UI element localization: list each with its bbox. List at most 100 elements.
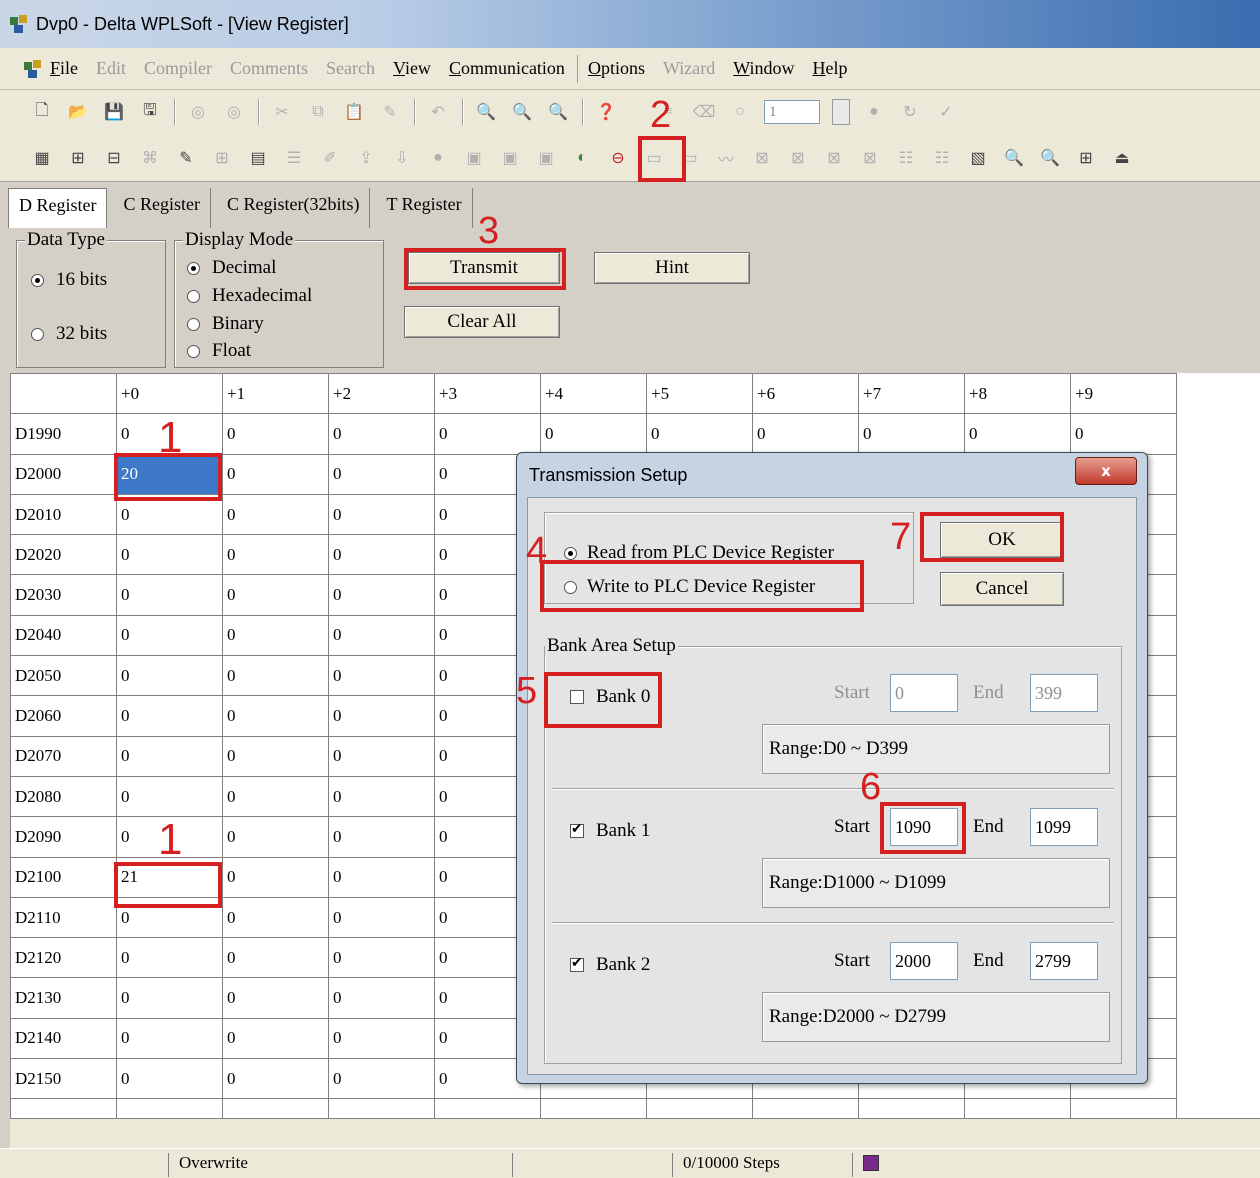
- register-cell[interactable]: 0: [328, 453, 435, 495]
- clear-all-button[interactable]: Clear All: [404, 306, 560, 338]
- cancel-button[interactable]: Cancel: [940, 572, 1064, 606]
- tab-c-register-32bits[interactable]: C Register(32bits): [217, 188, 371, 228]
- table-icon[interactable]: ⊞: [210, 146, 234, 170]
- magnifier-icon[interactable]: 🔍: [1002, 146, 1026, 170]
- register-cell[interactable]: 0: [964, 413, 1071, 455]
- force2-icon[interactable]: ⊠: [858, 146, 882, 170]
- device2-icon[interactable]: ▣: [498, 146, 522, 170]
- register-cell[interactable]: [1070, 1098, 1177, 1118]
- run-icon[interactable]: ●: [426, 146, 450, 170]
- reset-icon[interactable]: ⊠: [786, 146, 810, 170]
- register-cell[interactable]: [10, 1098, 117, 1118]
- register-cell[interactable]: 0: [540, 413, 647, 455]
- bank-2-checkbox[interactable]: Bank 2: [570, 954, 650, 976]
- horizontal-scrollbar[interactable]: [10, 1118, 1260, 1148]
- menu-wizard[interactable]: Wizard: [663, 58, 715, 79]
- register-cell[interactable]: [540, 1098, 647, 1118]
- register-cell[interactable]: [434, 1098, 541, 1118]
- menu-app-icon[interactable]: [22, 58, 44, 80]
- copy-icon[interactable]: ⧉: [306, 100, 330, 124]
- radio-16-bits[interactable]: 16 bits: [31, 269, 107, 291]
- refresh-icon[interactable]: ↻: [898, 100, 922, 124]
- register-cell[interactable]: [752, 1098, 859, 1118]
- align2-icon[interactable]: ☷: [930, 146, 954, 170]
- network-icon[interactable]: ⊞: [1074, 146, 1098, 170]
- register-cell[interactable]: 0: [116, 775, 223, 818]
- set-icon[interactable]: ⊠: [750, 146, 774, 170]
- bank-1-end-input[interactable]: 1099: [1030, 808, 1098, 846]
- register-cell[interactable]: 0: [116, 655, 223, 697]
- register-cell[interactable]: 0: [328, 1058, 435, 1100]
- register-cell[interactable]: 0: [328, 775, 435, 818]
- sfc-icon[interactable]: ⊟: [102, 146, 126, 170]
- align-icon[interactable]: ☷: [894, 146, 918, 170]
- register-cell[interactable]: [116, 1098, 223, 1118]
- register-cell[interactable]: [964, 1098, 1071, 1118]
- register-cell[interactable]: 0: [222, 896, 329, 939]
- disc-icon[interactable]: ◎: [186, 100, 210, 124]
- undo-icon[interactable]: ↶: [426, 100, 450, 124]
- cut-icon[interactable]: ✂: [270, 100, 294, 124]
- menu-search[interactable]: Search: [326, 58, 375, 79]
- register-cell[interactable]: 0: [328, 493, 435, 536]
- register-cell[interactable]: 0: [222, 937, 329, 979]
- radio-binary[interactable]: Binary: [187, 313, 264, 335]
- close-button[interactable]: x: [1075, 457, 1137, 485]
- register-cell[interactable]: 0: [222, 1058, 329, 1100]
- record-icon[interactable]: ●: [862, 100, 886, 124]
- register-cell[interactable]: 0: [222, 413, 329, 455]
- menu-file[interactable]: File: [50, 58, 78, 79]
- magnifier2-icon[interactable]: 🔍: [1038, 146, 1062, 170]
- edit-icon[interactable]: ✎: [378, 100, 402, 124]
- register-cell[interactable]: 0: [1070, 413, 1177, 455]
- save-all-icon[interactable]: 🖫: [138, 100, 162, 124]
- monitor-icon[interactable]: ⌘: [138, 146, 162, 170]
- radio-32-bits[interactable]: 32 bits: [31, 323, 107, 345]
- register-cell[interactable]: 0: [116, 1058, 223, 1100]
- menu-options[interactable]: Options: [588, 58, 645, 79]
- menu-view[interactable]: View: [393, 58, 431, 79]
- register-cell[interactable]: 0: [116, 937, 223, 979]
- grid-icon[interactable]: ▤: [246, 146, 270, 170]
- register-cell[interactable]: 0: [222, 534, 329, 576]
- register-cell[interactable]: 0: [328, 937, 435, 979]
- register-cell[interactable]: [328, 1098, 435, 1118]
- radio-float[interactable]: Float: [187, 340, 251, 362]
- ladder-icon[interactable]: ▦: [30, 146, 54, 170]
- disc2-icon[interactable]: ◎: [222, 100, 246, 124]
- radio-decimal[interactable]: Decimal: [187, 257, 276, 279]
- register-cell[interactable]: 0: [222, 574, 329, 616]
- register-cell[interactable]: 0: [116, 614, 223, 657]
- register-cell[interactable]: 0: [116, 1017, 223, 1060]
- register-cell[interactable]: 0: [328, 1017, 435, 1060]
- paste-icon[interactable]: 📋: [342, 100, 366, 124]
- register-cell[interactable]: 0: [222, 493, 329, 536]
- download-icon[interactable]: ⇩: [390, 146, 414, 170]
- register-cell[interactable]: 0: [328, 816, 435, 858]
- register-cell[interactable]: 0: [328, 574, 435, 616]
- register-cell[interactable]: 0: [328, 695, 435, 737]
- connect-icon[interactable]: ⏏: [1110, 146, 1134, 170]
- check-icon[interactable]: ✓: [934, 100, 958, 124]
- register-cell[interactable]: 0: [328, 655, 435, 697]
- register-cell[interactable]: 0: [116, 574, 223, 616]
- bank-1-checkbox[interactable]: Bank 1: [570, 820, 650, 842]
- view-register-icon[interactable]: ⊖: [606, 146, 630, 170]
- circle-icon[interactable]: ○: [728, 100, 752, 124]
- save-icon[interactable]: 💾: [102, 100, 126, 124]
- open-folder-icon[interactable]: 📂: [66, 100, 90, 124]
- register-cell[interactable]: 0: [222, 977, 329, 1019]
- register-cell[interactable]: 0: [328, 977, 435, 1019]
- menu-communication[interactable]: Communication: [449, 58, 565, 79]
- bank-2-end-input[interactable]: 2799: [1030, 942, 1098, 980]
- help-icon[interactable]: ❓: [594, 100, 618, 124]
- register-cell[interactable]: 0: [222, 735, 329, 777]
- tab-c-register[interactable]: C Register: [113, 188, 211, 228]
- tab-t-register[interactable]: T Register: [376, 188, 473, 228]
- register-cell[interactable]: 0: [328, 856, 435, 898]
- register-cell[interactable]: 0: [328, 534, 435, 576]
- step-input[interactable]: 1: [764, 100, 820, 124]
- hint-button[interactable]: Hint: [594, 252, 750, 284]
- register-cell[interactable]: [646, 1098, 753, 1118]
- register-cell[interactable]: 0: [222, 614, 329, 657]
